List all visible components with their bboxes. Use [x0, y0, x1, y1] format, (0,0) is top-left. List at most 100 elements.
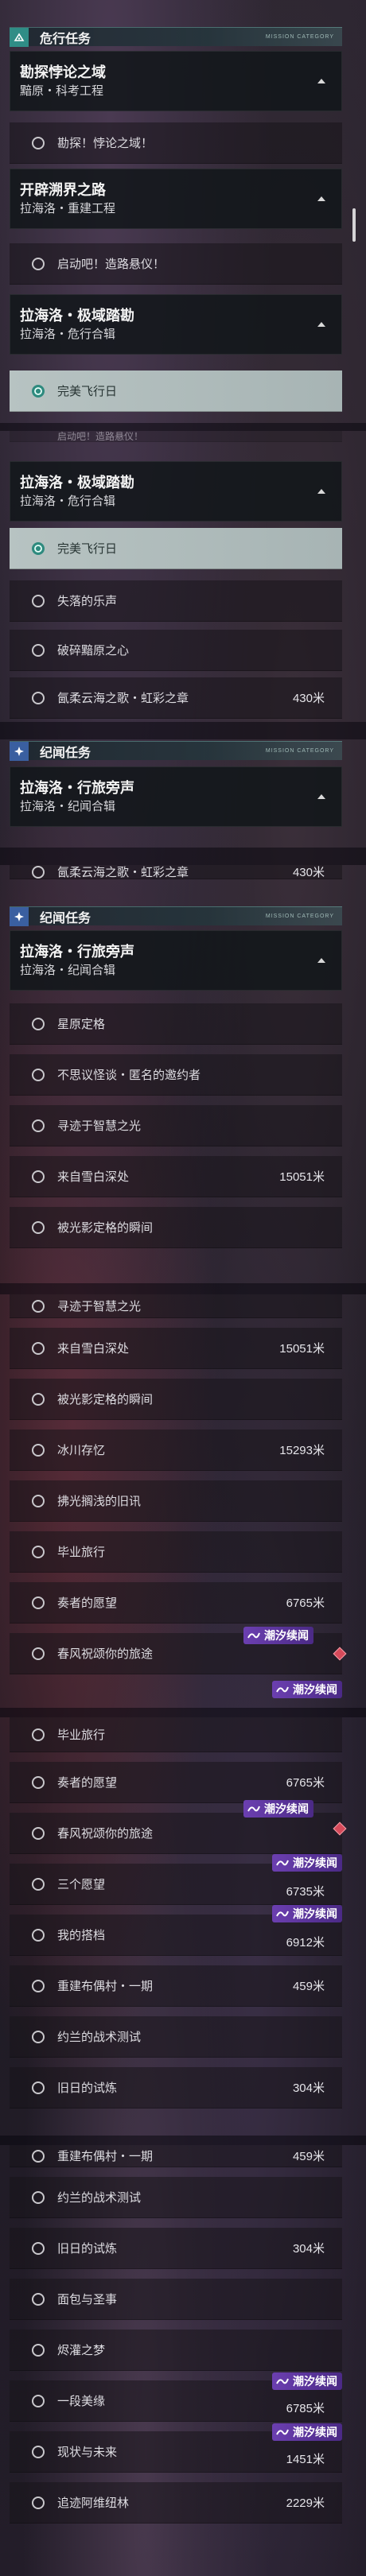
quest-header[interactable]: 拉海洛・极域踏勘 拉海洛・危行合辑	[10, 461, 342, 522]
quest-title: 勘探悖论之域	[20, 64, 106, 80]
item-name: 烬灌之梦	[57, 2344, 106, 2357]
collapse-icon[interactable]	[313, 72, 330, 90]
circle-icon	[32, 1392, 45, 1406]
circle-icon	[32, 1596, 45, 1609]
quest-item-active[interactable]: 完美飞行日	[10, 528, 342, 569]
collapse-icon[interactable]	[313, 483, 330, 500]
item-distance: 6912米	[286, 1936, 325, 1949]
quest-item[interactable]: 面包与圣事	[10, 2279, 342, 2320]
quest-item-active[interactable]: 完美飞行日	[10, 370, 342, 412]
quest-item[interactable]: 旧日的试炼 304米	[10, 2228, 342, 2269]
quest-item[interactable]: 寻迹于智慧之光	[10, 1294, 342, 1318]
item-name: 毕业旅行	[57, 1546, 106, 1559]
collapse-icon[interactable]	[313, 952, 330, 969]
category-urgent: 危行任务 MISSION CATEGORY	[10, 27, 342, 47]
item-distance: 6765米	[286, 1776, 325, 1790]
quest-item[interactable]: 春风祝颂你的旅途	[10, 1813, 342, 1854]
quest-item[interactable]: 毕业旅行	[10, 1531, 342, 1573]
quest-header[interactable]: 勘探悖论之域 黯原・科考工程	[10, 51, 342, 111]
tide-icon	[276, 1860, 289, 1866]
panel-2: 启动吧！造路悬仪！ 拉海洛・极域踏勘 拉海洛・危行合辑 完美飞行日 失落的乐声 破…	[0, 431, 366, 722]
collapse-icon[interactable]	[313, 316, 330, 333]
panel-1: 危行任务 MISSION CATEGORY 勘探悖论之域 黯原・科考工程 勘探！悖…	[0, 0, 366, 423]
category-tag: MISSION CATEGORY	[265, 748, 334, 754]
item-distance: 15293米	[279, 1444, 325, 1457]
quest-item-partial[interactable]: 启动吧！造路悬仪！	[10, 431, 342, 442]
quest-header[interactable]: 开辟溯界之路 拉海洛・重建工程	[10, 169, 342, 229]
legend-category-icon	[10, 741, 29, 761]
badge-label: 潮汐续闻	[293, 2375, 337, 2388]
badge-label: 潮汐续闻	[293, 1856, 337, 1869]
quest-item[interactable]: 旧日的试炼 304米	[10, 2067, 342, 2109]
badge-label: 潮汐续闻	[293, 1683, 337, 1696]
quest-item[interactable]: 约兰的战术测试	[10, 2177, 342, 2218]
tide-icon	[247, 1632, 260, 1639]
quest-header[interactable]: 拉海洛・行旅旁声 拉海洛・纪闻合辑	[10, 930, 342, 991]
quest-item[interactable]: 寻迹于智慧之光	[10, 1105, 342, 1146]
item-name: 被光影定格的瞬间	[57, 1221, 154, 1235]
item-distance: 1451米	[286, 2453, 325, 2466]
collapse-icon[interactable]	[313, 788, 330, 805]
panel-5: 寻迹于智慧之光 来自雪白深处 15051米 被光影定格的瞬间 冰川存忆 15293米…	[0, 1294, 366, 1708]
circle-icon	[32, 1775, 45, 1789]
quest-item[interactable]: 启动吧！造路悬仪！	[10, 243, 342, 285]
category-tag: MISSION CATEGORY	[265, 914, 334, 919]
quest-item[interactable]: 不思议怪谈・匿名的邀约者	[10, 1054, 342, 1096]
item-name: 奏者的愿望	[57, 1596, 118, 1610]
tide-sequel-badge: 潮汐续闻	[272, 1854, 342, 1872]
quest-header[interactable]: 拉海洛・极域踏勘 拉海洛・危行合辑	[10, 294, 342, 355]
quest-item[interactable]: 氤柔云海之歌・虹彩之章 430米	[10, 865, 342, 879]
category-tag: MISSION CATEGORY	[265, 34, 334, 40]
quest-item[interactable]: 来自雪白深处 15051米	[10, 1156, 342, 1197]
quest-subtitle: 拉海洛・危行合辑	[20, 328, 116, 341]
item-name: 来自雪白深处	[57, 1170, 130, 1184]
quest-item[interactable]: 星原定格	[10, 1003, 342, 1045]
circle-icon	[32, 1170, 45, 1183]
item-name: 重建布偶村・一期	[57, 2150, 154, 2163]
quest-item[interactable]: 冰川存忆 15293米	[10, 1430, 342, 1471]
scrollbar-thumb[interactable]	[352, 208, 356, 242]
item-name: 春风祝颂你的旅途	[57, 1647, 154, 1661]
item-name: 面包与圣事	[57, 2293, 118, 2306]
quest-item[interactable]: 被光影定格的瞬间	[10, 1207, 342, 1248]
item-name: 勘探！悖论之域！	[57, 137, 154, 150]
quest-item[interactable]: 奏者的愿望 6765米	[10, 1582, 342, 1624]
collapse-icon[interactable]	[313, 190, 330, 208]
item-name: 约兰的战术测试	[57, 2031, 142, 2044]
item-name: 旧日的试炼	[57, 2081, 118, 2095]
quest-header[interactable]: 拉海洛・行旅旁声 拉海洛・纪闻合辑	[10, 766, 342, 827]
circle-icon	[32, 1877, 45, 1891]
item-name: 被光影定格的瞬间	[57, 1393, 154, 1406]
quest-item[interactable]: 来自雪白深处 15051米	[10, 1328, 342, 1369]
quest-title: 开辟溯界之路	[20, 182, 106, 198]
quest-item[interactable]: 追迹阿维纽林 2229米	[10, 2482, 342, 2524]
quest-item[interactable]: 拂光搁浅的旧讯	[10, 1480, 342, 1522]
quest-item[interactable]: 奏者的愿望 6765米	[10, 1762, 342, 1803]
circle-icon	[32, 257, 45, 270]
circle-icon	[32, 136, 45, 149]
circle-icon	[32, 1017, 45, 1030]
divider	[0, 722, 366, 739]
item-name: 不思议怪谈・匿名的邀约者	[57, 1069, 201, 1082]
quest-item[interactable]: 毕业旅行	[10, 1717, 342, 1752]
circle-icon	[32, 1826, 45, 1840]
circle-icon	[32, 2081, 45, 2094]
item-name: 现状与未来	[57, 2446, 118, 2459]
quest-item[interactable]: 被光影定格的瞬间	[10, 1379, 342, 1420]
category-label: 危行任务	[40, 32, 92, 46]
quest-item[interactable]: 氤柔云海之歌・虹彩之章 430米	[10, 677, 342, 719]
quest-title: 拉海洛・极域踏勘	[20, 308, 134, 324]
quest-item[interactable]: 失落的乐声	[10, 580, 342, 622]
item-name: 来自雪白深处	[57, 1342, 130, 1356]
circle-icon	[32, 1068, 45, 1081]
item-distance: 459米	[292, 2150, 325, 2163]
quest-item[interactable]: 约兰的战术测试	[10, 2016, 342, 2058]
quest-item[interactable]: 烬灌之梦	[10, 2330, 342, 2371]
tide-sequel-badge: 潮汐续闻	[243, 1627, 313, 1644]
circle-icon	[32, 643, 45, 657]
quest-item[interactable]: 勘探！悖论之域！	[10, 122, 342, 164]
item-name: 氤柔云海之歌・虹彩之章	[57, 866, 189, 879]
quest-item[interactable]: 破碎黯原之心	[10, 630, 342, 671]
quest-item[interactable]: 重建布偶村・一期 459米	[10, 2145, 342, 2167]
quest-item[interactable]: 重建布偶村・一期 459米	[10, 1965, 342, 2007]
